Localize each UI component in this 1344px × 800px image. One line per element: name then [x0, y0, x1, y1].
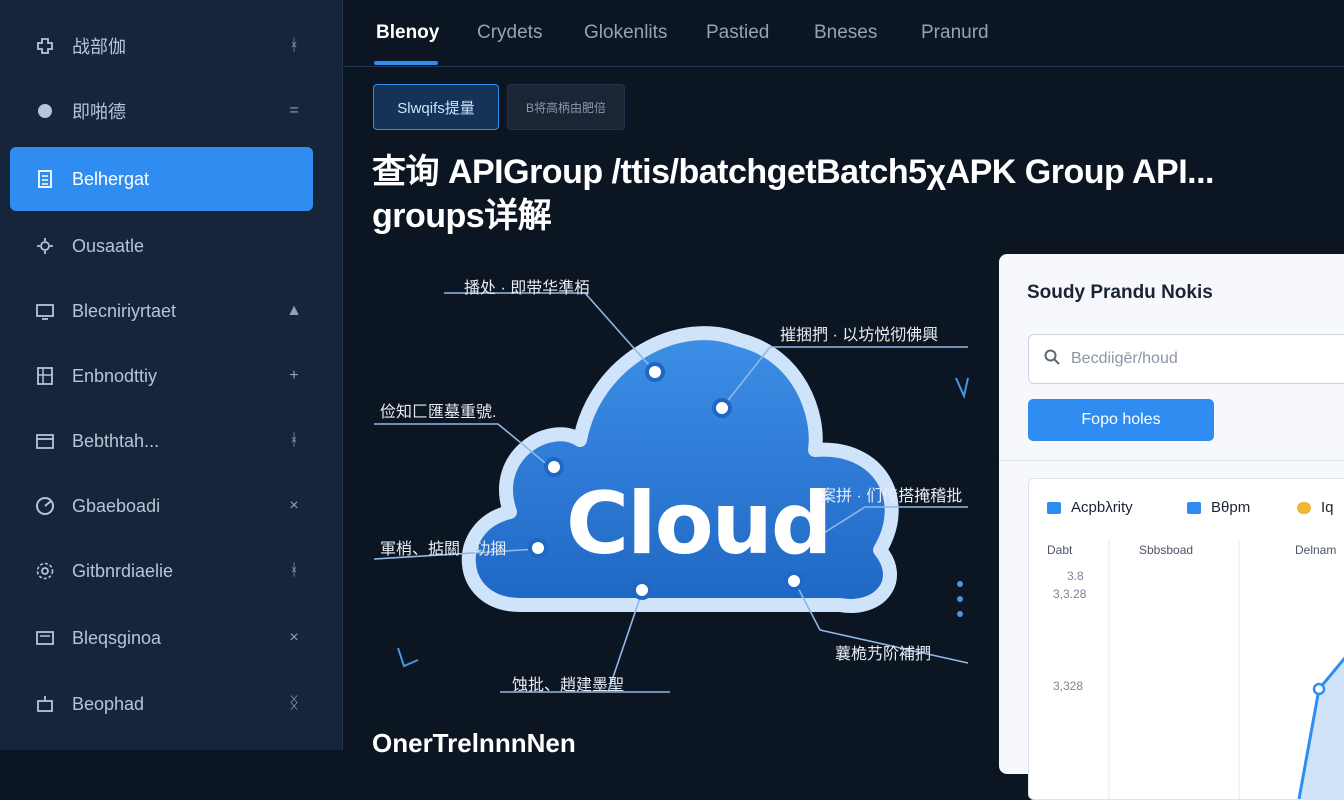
- search-input[interactable]: Becdiigēr/houd: [1028, 334, 1344, 384]
- cloud-node: [632, 580, 652, 600]
- blob-icon: [32, 100, 58, 122]
- cloud-node: [528, 538, 548, 558]
- legend-swatch: [1047, 501, 1061, 514]
- settings-icon: [32, 235, 58, 257]
- building-icon: [32, 365, 58, 387]
- sidebar-item-3-active[interactable]: Belhergat: [10, 147, 313, 211]
- legend-swatch: [1297, 501, 1311, 514]
- legend-item: Bθpm: [1187, 499, 1250, 516]
- decorative-arrow: [955, 377, 969, 400]
- sidebar-item-8[interactable]: Gbaeboadi ×: [10, 474, 313, 538]
- sidebar-item-label: Ousaatle: [72, 235, 145, 256]
- cloud-label: Cloud: [566, 474, 832, 574]
- legend-label: Acpbλrity: [1071, 499, 1133, 516]
- sidebar: 战部伽 ᚼ 即啪德 = Belhergat Ousaatle Blecniriy…: [0, 0, 343, 750]
- sidebar-item-label: Gitbnrdiaelie: [72, 560, 174, 581]
- sidebar-item-label: Beophad: [72, 693, 145, 714]
- sidebar-item-label: Belhergat: [72, 168, 150, 189]
- cloud-node: [784, 571, 804, 591]
- chart-point: [1312, 682, 1326, 696]
- diagram-annotation: 蘘桅艿阶補捫: [835, 646, 932, 663]
- page-title: 查询 APIGroup /ttis/batchgetBatch5χAPK Gro…: [372, 150, 1272, 238]
- sidebar-item-11[interactable]: Beophad ᛝ: [10, 672, 313, 736]
- sidebar-item-6[interactable]: Enbnodttiy +: [10, 344, 313, 408]
- sidebar-item-label: Enbnodttiy: [72, 365, 158, 386]
- diagram-annotation: 案拼 · 们传搭掩稽批: [820, 488, 963, 505]
- decorative-dot: [957, 596, 963, 602]
- cloud-node: [645, 362, 665, 382]
- legend-item: Acpbλrity: [1047, 499, 1133, 516]
- puzzle-icon: [32, 35, 58, 57]
- sidebar-item-tail: ▲: [286, 302, 302, 319]
- search-placeholder: Becdiigēr/houd: [1071, 350, 1178, 367]
- chart-pie-icon: [32, 495, 58, 517]
- sidebar-item-tail: +: [289, 367, 299, 384]
- document-icon: [32, 168, 58, 190]
- monitor-icon: [32, 300, 58, 322]
- chart-card: Acpbλrity Bθpm Iq Dabt Sbbsboad Delnam 3…: [1028, 478, 1344, 800]
- cloud-node: [712, 398, 732, 418]
- tab-3[interactable]: Glokenlits: [584, 22, 667, 44]
- legend-label: Iq: [1321, 499, 1334, 516]
- sidebar-item-7[interactable]: Bebthtah... ᚼ: [10, 409, 313, 473]
- active-tab-indicator: [374, 61, 438, 65]
- sidebar-item-label: Bebthtah...: [72, 430, 160, 451]
- sidebar-item-1[interactable]: 战部伽 ᚼ: [10, 14, 313, 78]
- sidebar-item-tail: ᚼ: [289, 432, 299, 449]
- sidebar-item-tail: =: [289, 102, 299, 119]
- tab-6[interactable]: Pranurd: [921, 22, 989, 44]
- sidebar-item-4[interactable]: Ousaatle: [10, 214, 313, 278]
- filter-chip[interactable]: В将高柄由肥倍: [507, 84, 625, 130]
- sidebar-item-label: 战部伽: [72, 37, 126, 57]
- legend-swatch: [1187, 501, 1201, 514]
- divider: [999, 460, 1344, 461]
- sidebar-item-label: 即啪德: [72, 102, 126, 122]
- panel-title: Soudy Prandu Νokis: [1027, 282, 1213, 303]
- diagram-annotation: 軍梢、掂關 · 功捆: [380, 541, 507, 558]
- diagram-annotation: 摧捆捫 · 以坊悦彻佛興: [780, 327, 939, 344]
- diagram-annotation: 蚀批、趙建墨聖: [512, 677, 625, 694]
- folder-icon: [32, 627, 58, 649]
- sidebar-item-tail: ᚼ: [289, 562, 299, 579]
- page-title-line-2: groups详解: [372, 197, 552, 235]
- tab-1[interactable]: Blenoy: [376, 22, 439, 44]
- detail-panel: Soudy Prandu Νokis Becdiigēr/houd Fopo h…: [999, 254, 1344, 800]
- sidebar-item-10[interactable]: Bleqsginoa ×: [10, 606, 313, 670]
- gear-icon: [32, 560, 58, 582]
- line-chart: [1108, 539, 1344, 799]
- sidebar-item-label: Gbaeboadi: [72, 495, 161, 516]
- sidebar-item-label: Blecniriyrtaet: [72, 300, 177, 321]
- tab-4[interactable]: Pastied: [706, 22, 769, 44]
- sidebar-item-tail: ×: [289, 497, 299, 514]
- search-icon: [1043, 348, 1061, 371]
- diagram-annotation: 播处 · 即带华準栢: [464, 280, 591, 297]
- diagram-annotation: 俭知匚匯墓重號.: [380, 404, 497, 421]
- section-heading: OnerTrelnnnNen: [372, 728, 576, 758]
- sidebar-item-tail: ᛝ: [289, 695, 299, 712]
- page-title-line-1: 查询 APIGroup /ttis/batchgetBatch5χAPK Gro…: [372, 153, 1215, 191]
- sidebar-item-tail: ×: [289, 629, 299, 646]
- sidebar-item-9[interactable]: Gitbnrdiaelie ᚼ: [10, 539, 313, 603]
- sidebar-item-2[interactable]: 即啪德 =: [10, 79, 313, 143]
- legend-label: Bθpm: [1211, 499, 1251, 516]
- cloud-node: [544, 457, 564, 477]
- sidebar-item-tail: ᚼ: [289, 37, 299, 54]
- primary-button[interactable]: Fopo holes: [1028, 399, 1214, 441]
- tab-2[interactable]: Crydets: [477, 22, 542, 44]
- tab-5[interactable]: Bneses: [814, 22, 877, 44]
- filter-chip-active[interactable]: Slwqifs提量: [373, 84, 499, 130]
- decorative-arrow: [397, 647, 419, 668]
- decorative-dot: [957, 581, 963, 587]
- calendar-icon: [32, 430, 58, 452]
- box-icon: [32, 693, 58, 715]
- legend-item: Iq: [1297, 499, 1334, 516]
- decorative-dot: [957, 611, 963, 617]
- sidebar-item-label: Bleqsginoa: [72, 627, 162, 648]
- sidebar-item-5[interactable]: Blecniriyrtaet ▲: [10, 279, 313, 343]
